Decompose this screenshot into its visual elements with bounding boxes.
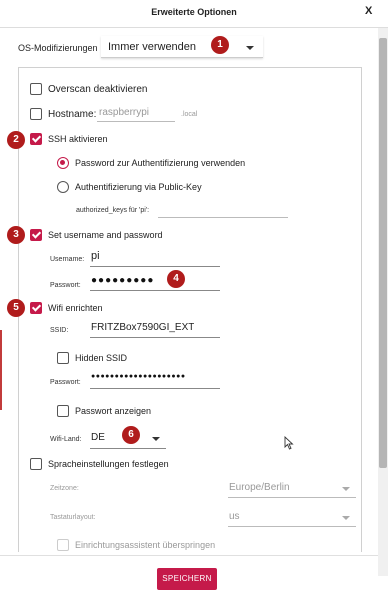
wifi-country-label: Wifi-Land: xyxy=(50,436,82,443)
locale-checkbox[interactable] xyxy=(30,458,42,470)
show-password-label: Passwort anzeigen xyxy=(75,406,152,416)
save-button[interactable]: SPEICHERN xyxy=(157,568,217,590)
hostname-suffix: .local xyxy=(181,111,198,118)
step-badge-6: 6 xyxy=(122,426,140,444)
keyboard-select[interactable]: us xyxy=(228,509,356,527)
step-badge-1: 1 xyxy=(211,36,229,54)
ssid-value: FRITZBox7590GI_EXT xyxy=(91,322,195,333)
authorized-keys-input[interactable] xyxy=(158,204,288,218)
hidden-ssid-label: Hidden SSID xyxy=(75,353,128,363)
os-mod-label: OS-Modifizierungen xyxy=(18,43,98,53)
keyboard-value: us xyxy=(229,511,240,522)
chevron-down-icon xyxy=(152,437,160,441)
ssid-label: SSID: xyxy=(50,327,69,334)
ssh-checkbox[interactable] xyxy=(30,133,42,145)
wifi-label: Wifi enrichten xyxy=(48,303,103,313)
hostname-checkbox[interactable] xyxy=(30,108,42,120)
user-checkbox[interactable] xyxy=(30,229,42,241)
wizard-skip-label: Einrichtungsassistent überspringen xyxy=(75,540,216,550)
hostname-input[interactable]: raspberrypi xyxy=(97,106,175,122)
step-badge-4: 4 xyxy=(167,270,185,288)
overscan-label: Overscan deaktivieren xyxy=(48,84,148,95)
chevron-down-icon xyxy=(342,487,350,491)
chevron-down-icon xyxy=(342,516,350,520)
locale-label: Spracheinstellungen festlegen xyxy=(48,459,169,469)
os-mod-select[interactable]: Immer verwenden xyxy=(101,36,263,58)
hostname-label: Hostname: xyxy=(48,109,97,120)
user-password-label: Passwort: xyxy=(50,282,81,289)
user-password-input[interactable]: ●●●●●●●●● xyxy=(90,274,220,291)
ssid-input[interactable]: FRITZBox7590GI_EXT xyxy=(90,321,220,338)
wifi-country-value: DE xyxy=(91,432,105,443)
username-label: Username: xyxy=(50,256,85,263)
ssh-password-radio[interactable] xyxy=(57,157,69,169)
timezone-value: Europe/Berlin xyxy=(229,482,290,493)
mouse-cursor-icon xyxy=(284,436,294,450)
ssh-pubkey-label: Authentifizierung via Public-Key xyxy=(75,182,202,192)
authorized-keys-label: authorized_keys für 'pi': xyxy=(76,207,150,214)
wizard-skip-checkbox[interactable] xyxy=(57,539,69,551)
scrollbar-thumb[interactable] xyxy=(379,38,387,468)
step-badge-2: 2 xyxy=(7,131,25,149)
timezone-label: Zeitzone: xyxy=(50,485,79,492)
timezone-select[interactable]: Europe/Berlin xyxy=(228,480,356,498)
wifi-checkbox[interactable] xyxy=(30,302,42,314)
wifi-password-input[interactable]: ●●●●●●●●●●●●●●●●●●●● xyxy=(90,372,220,389)
footer-divider xyxy=(0,555,378,556)
wifi-password-label: Passwort: xyxy=(50,379,81,386)
ssh-pubkey-radio[interactable] xyxy=(57,181,69,193)
username-value: pi xyxy=(91,250,100,262)
os-mod-value: Immer verwenden xyxy=(108,41,197,53)
wifi-password-value: ●●●●●●●●●●●●●●●●●●●● xyxy=(91,373,186,380)
close-button[interactable]: X xyxy=(365,5,372,17)
user-password-value: ●●●●●●●●● xyxy=(91,275,155,286)
hidden-ssid-checkbox[interactable] xyxy=(57,352,69,364)
username-input[interactable]: pi xyxy=(90,250,220,267)
dialog-title: Erweiterte Optionen xyxy=(151,7,237,17)
chevron-down-icon xyxy=(246,46,254,50)
step-badge-3: 3 xyxy=(7,226,25,244)
keyboard-label: Tastaturlayout: xyxy=(50,514,96,521)
ssh-label: SSH aktivieren xyxy=(48,134,108,144)
window-edge-accent xyxy=(0,330,2,410)
overscan-checkbox[interactable] xyxy=(30,83,42,95)
hostname-value: raspberrypi xyxy=(99,107,150,118)
step-badge-5: 5 xyxy=(7,299,25,317)
user-label: Set username and password xyxy=(48,230,163,240)
show-password-checkbox[interactable] xyxy=(57,405,69,417)
ssh-password-label: Password zur Authentifizierung verwenden xyxy=(75,158,246,168)
